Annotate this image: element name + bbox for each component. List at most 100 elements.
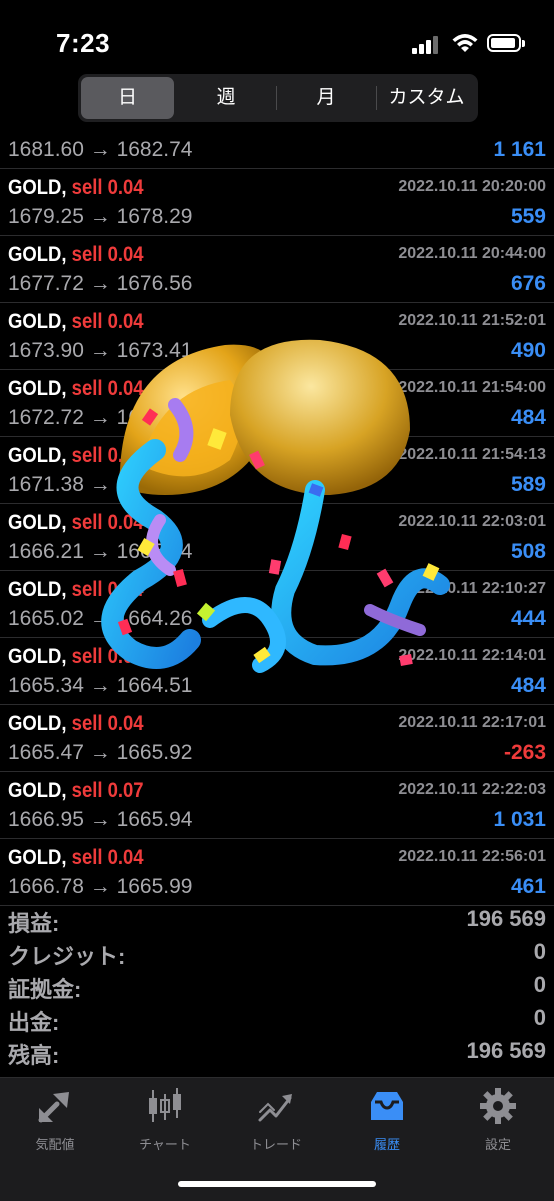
trade-row[interactable]: GOLD, sell 0.04 2022.10.11 21:52:01 1673… xyxy=(0,303,554,370)
segment-day[interactable]: 日 xyxy=(81,77,174,119)
trade-row[interactable]: 1681.60 → 1682.74 1 161 xyxy=(0,135,554,169)
signal-icon xyxy=(412,36,442,54)
wifi-icon xyxy=(452,34,478,52)
trade-date: 2022.10.11 22:22:03 xyxy=(398,781,546,798)
trade-side: sell 0.04 xyxy=(71,377,144,400)
trade-side: sell 0.04 xyxy=(71,846,144,869)
trade-date: 2022.10.11 22:10:27 xyxy=(398,580,546,597)
summary-label: 損益: xyxy=(8,911,60,936)
trade-profit: 444 xyxy=(510,607,546,630)
trade-side: sell 0.04 xyxy=(71,243,144,266)
summary-row-profit: 損益: 196 569 xyxy=(0,904,554,937)
status-bar: 7:23 xyxy=(0,0,554,80)
status-time: 7:23 xyxy=(56,28,111,58)
trade-row[interactable]: GOLD, sell 0.04 2022.10.11 22:03:01 1666… xyxy=(0,504,554,571)
trade-profit: 1 161 xyxy=(493,138,546,161)
trade-profit: 484 xyxy=(510,406,546,429)
trade-profit: 508 xyxy=(510,540,546,563)
summary-label: クレジット: xyxy=(8,944,126,969)
summary-label: 証拠金: xyxy=(8,977,82,1002)
trade-date: 2022.10.11 20:20:00 xyxy=(398,178,546,195)
summary-label: 残高: xyxy=(8,1043,60,1068)
trade-price: 1666.95 → 1665.94 xyxy=(8,808,193,831)
trade-symbol: GOLD, sell 0.04 xyxy=(8,310,144,333)
tab-label: 設定 xyxy=(484,1137,511,1152)
trade-side: sell 0.04 xyxy=(71,578,144,601)
trade-profit: 589 xyxy=(510,473,546,496)
trade-symbol: GOLD, sell 0.04 xyxy=(8,511,144,534)
trade-side: sell 0.04 xyxy=(71,645,144,668)
trade-date: 2022.10.11 21:54:00 xyxy=(398,379,546,396)
trade-row[interactable]: GOLD, sell 0.07 2022.10.11 22:22:03 1666… xyxy=(0,772,554,839)
trade-row[interactable]: GOLD, sell 0.04 2022.10.11 22:14:01 1665… xyxy=(0,638,554,705)
trade-date: 2022.10.11 21:54:13 xyxy=(398,446,546,463)
trade-side: sell 0.04 xyxy=(71,712,144,735)
chart-icon xyxy=(149,1088,181,1122)
segment-divider xyxy=(276,86,277,110)
trade-price: 1673.90 → 1673.41 xyxy=(8,339,193,362)
summary-row-balance: 残高: 196 569 xyxy=(0,1036,554,1069)
trade-side: sell 0.04 xyxy=(71,511,144,534)
trade-side: sell 0.07 xyxy=(71,779,144,802)
tab-label: チャート xyxy=(139,1137,191,1152)
trade-symbol: GOLD, sell 0.04 xyxy=(8,645,144,668)
trade-row[interactable]: GOLD, sell 0.04 2022.10.11 22:10:27 1665… xyxy=(0,571,554,638)
trade-symbol: GOLD, sell 0.04 xyxy=(8,846,144,869)
trade-price: 1666.78 → 1665.99 xyxy=(8,875,193,898)
trade-date: 2022.10.11 22:03:01 xyxy=(398,513,546,530)
trade-row[interactable]: GOLD, sell 0.04 2022.10.11 22:56:01 1666… xyxy=(0,839,554,906)
tab-label: トレード xyxy=(249,1137,302,1152)
trade-profit: 484 xyxy=(510,674,546,697)
trade-row[interactable]: GOLD, sell 0.04 2022.10.11 21:54:13 1671… xyxy=(0,437,554,504)
trade-date: 2022.10.11 22:14:01 xyxy=(398,647,546,664)
trade-symbol: GOLD, sell 0.04 xyxy=(8,444,144,467)
trade-date: 2022.10.11 20:44:00 xyxy=(398,245,546,262)
trade-side: sell 0.04 xyxy=(71,310,144,333)
tab-quotes[interactable]: 気配値 xyxy=(0,1086,110,1153)
trade-price: 1677.72 → 1676.56 xyxy=(8,272,193,295)
segment-week[interactable]: 週 xyxy=(178,77,274,119)
battery-icon xyxy=(487,34,525,52)
quotes-icon xyxy=(38,1092,69,1123)
trade-price: 1665.47 → 1665.92 xyxy=(8,741,193,764)
trade-row[interactable]: GOLD, sell 0.04 2022.10.11 20:44:00 1677… xyxy=(0,236,554,303)
trade-side: sell 0.04 xyxy=(71,176,144,199)
trade-price: 1666.21 → 1665.34 xyxy=(8,540,193,563)
trade-row[interactable]: GOLD, sell 0.04 2022.10.11 22:17:01 1665… xyxy=(0,705,554,772)
segment-custom[interactable]: カスタム xyxy=(378,77,475,119)
trade-symbol: GOLD, sell 0.04 xyxy=(8,578,144,601)
tab-trade[interactable]: トレード xyxy=(221,1086,331,1153)
trade-profit: 461 xyxy=(510,875,546,898)
trade-price: 1671.38 → 1670.78 xyxy=(8,473,193,496)
tab-settings[interactable]: 設定 xyxy=(443,1086,553,1153)
trade-symbol: GOLD, sell 0.04 xyxy=(8,377,144,400)
trade-profit: -263 xyxy=(503,741,546,764)
segment-month[interactable]: 月 xyxy=(278,77,374,119)
trade-row[interactable]: GOLD, sell 0.04 2022.10.11 21:54:00 1672… xyxy=(0,370,554,437)
gear-icon xyxy=(480,1088,516,1124)
trade-symbol: GOLD, sell 0.04 xyxy=(8,243,144,266)
trade-date: 2022.10.11 22:17:01 xyxy=(398,714,546,731)
trade-symbol: GOLD, sell 0.07 xyxy=(8,779,144,802)
trade-profit: 676 xyxy=(510,272,546,295)
trade-icon xyxy=(258,1094,292,1122)
trade-symbol: GOLD, sell 0.04 xyxy=(8,712,144,735)
trade-profit: 490 xyxy=(510,339,546,362)
period-segmented-control: 日 週 月 カスタム xyxy=(78,74,478,122)
trade-date: 2022.10.11 21:52:01 xyxy=(398,312,546,329)
trade-symbol: GOLD, sell 0.04 xyxy=(8,176,144,199)
summary-row-credit: クレジット: 0 xyxy=(0,937,554,970)
segment-divider xyxy=(376,86,377,110)
trade-date: 2022.10.11 22:56:01 xyxy=(398,848,546,865)
trade-price: 1672.72 → 1672.23 xyxy=(8,406,193,429)
tab-history[interactable]: 履歴 xyxy=(332,1086,442,1153)
summary-value: 196 569 xyxy=(466,1038,546,1063)
trade-row[interactable]: GOLD, sell 0.04 2022.10.11 20:20:00 1679… xyxy=(0,169,554,236)
trade-price: 1665.02 → 1664.26 xyxy=(8,607,193,630)
trade-profit: 1 031 xyxy=(493,808,546,831)
trade-side: sell 0.04 xyxy=(71,444,144,467)
tab-chart[interactable]: チャート xyxy=(110,1086,220,1153)
summary-value: 196 569 xyxy=(466,906,546,931)
trade-price: 1681.60 → 1682.74 xyxy=(8,138,193,161)
account-summary: 損益: 196 569 クレジット: 0 証拠金: 0 出金: 0 残高: 19… xyxy=(0,904,554,1069)
